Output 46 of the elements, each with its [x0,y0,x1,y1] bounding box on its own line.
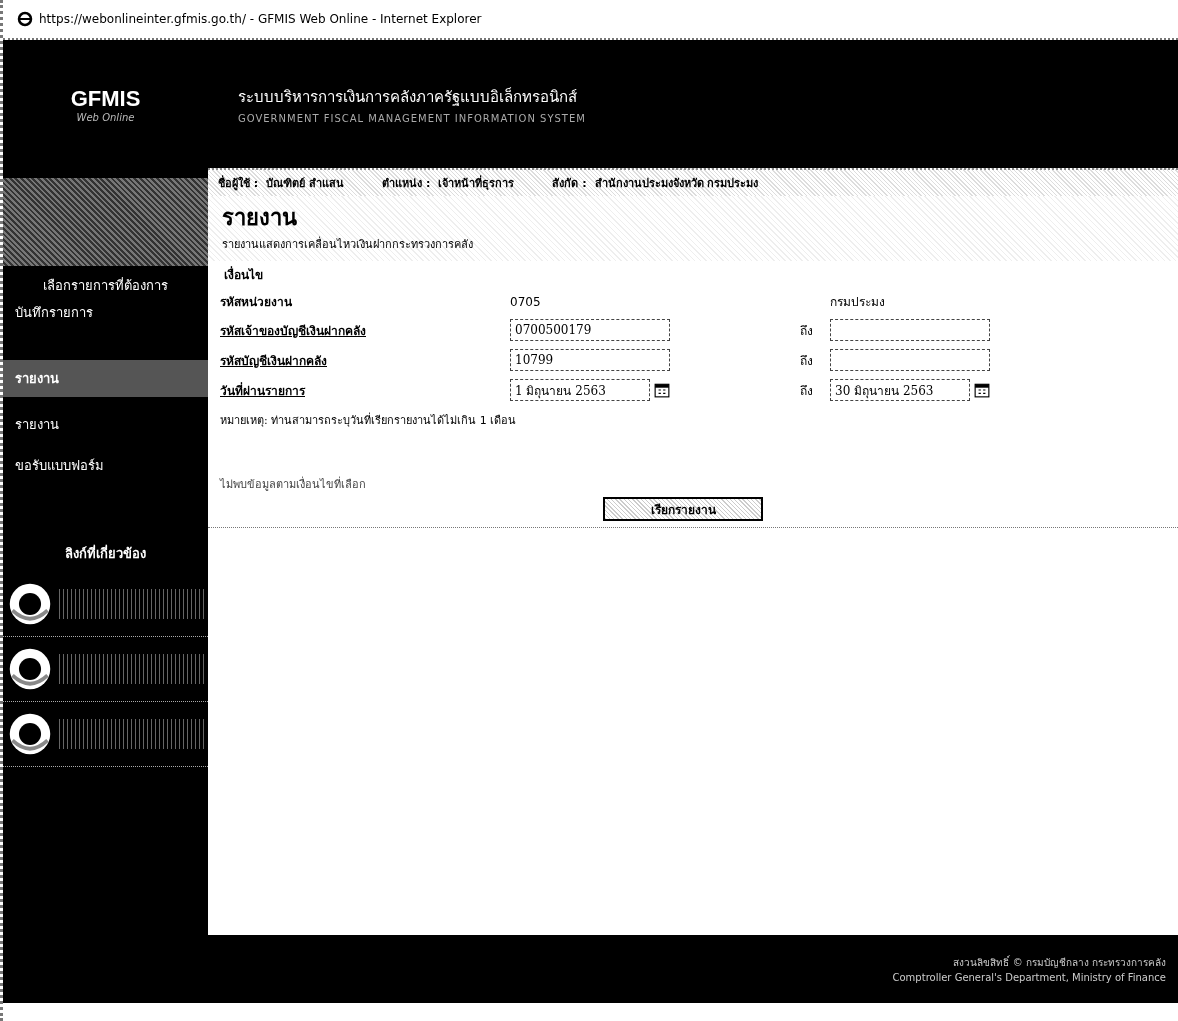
user-info-label: ชื่อผู้ใช้ : [218,174,259,192]
footer-text: สงวนลิขสิทธิ์ © กรมบัญชีกลาง กระทรวงการคลัง [953,955,1166,970]
report-title: รายงาน [222,204,298,232]
field-label[interactable]: รหัสบัญชีเงินฝากคลัง [220,350,510,370]
emblem-icon [7,646,53,692]
calendar-icon[interactable] [654,382,670,398]
user-info-value: บัณฑิตย์ สำแสน [266,176,345,192]
input-field[interactable]: 1 มิถุนายน 2563 [510,379,650,401]
to-label: ถึง [800,382,814,400]
user-info-label: ตำแหน่ง : [382,176,431,192]
note-text: หมายเหตุ: ท่านสามารถระบุวันที่เรียกรายงานได้ไม่เกิน 1 เดือน [219,411,518,429]
sidebar-item[interactable]: ขอรับแบบฟอร์ม [3,452,208,479]
to-label: ถึง [800,322,814,340]
input-field[interactable] [830,349,990,371]
user-info-value: เจ้าหน้าที่ธุรการ [438,174,515,192]
footer-text: Comptroller General's Department, Ministry of Finance [892,972,1166,983]
sidebar-item[interactable]: รายงาน [3,360,208,397]
input-field[interactable]: 0700500179 [510,319,670,341]
browser-icon [17,11,33,27]
to-label: ถึง [800,352,814,370]
emblem-icon [7,581,53,627]
window-title: https://webonlineinter.gfmis.go.th/ - GFMIS Web Online - Internet Explorer [39,12,482,26]
section-title: เงื่อนไข [223,265,264,284]
input-field[interactable]: 10799 [510,349,670,371]
logo-text: GFMIS [70,85,141,112]
emblem-icon [7,711,53,757]
field-label[interactable]: วันที่ผ่านรายการ [220,380,510,400]
input-field[interactable] [830,319,990,341]
field-value: กรมประมง [830,294,886,311]
user-info-label: สังกัด : [552,176,587,192]
sidebar-item[interactable]: บันทึกรายการ [3,299,208,326]
field-value: 0705 [510,294,542,309]
run-report-button[interactable]: เรียกรายงาน [603,497,763,521]
input-field[interactable]: 30 มิถุนายน 2563 [830,379,970,401]
field-label[interactable]: รหัสเจ้าของบัญชีเงินฝากคลัง [220,320,510,340]
status-message: ไม่พบข้อมูลตามเงื่อนไขที่เลือก [218,475,367,493]
sidebar-item[interactable]: รายงาน [3,411,208,438]
system-subtitle: GOVERNMENT FISCAL MANAGEMENT INFORMATION SYSTEM [238,112,586,124]
report-description: รายงานแสดงการเคลื่อนไหวเงินฝากกระทรวงการคลัง [222,235,474,253]
user-info-value: สำนักงานประมงจังหวัด กรมประมง [594,176,759,192]
field-label: รหัสหน่วยงาน [220,294,293,311]
links-heading: ลิงก์ที่เกี่ยวข้อง [64,543,147,563]
system-title: ระบบบริหารการเงินการคลังภาครัฐแบบอิเล็กทรอนิกส์ [238,86,578,108]
sidebar-item[interactable]: เลือกรายการที่ต้องการ [3,272,208,299]
logo-subtitle: Web Online [76,111,135,123]
calendar-icon[interactable] [974,382,990,398]
